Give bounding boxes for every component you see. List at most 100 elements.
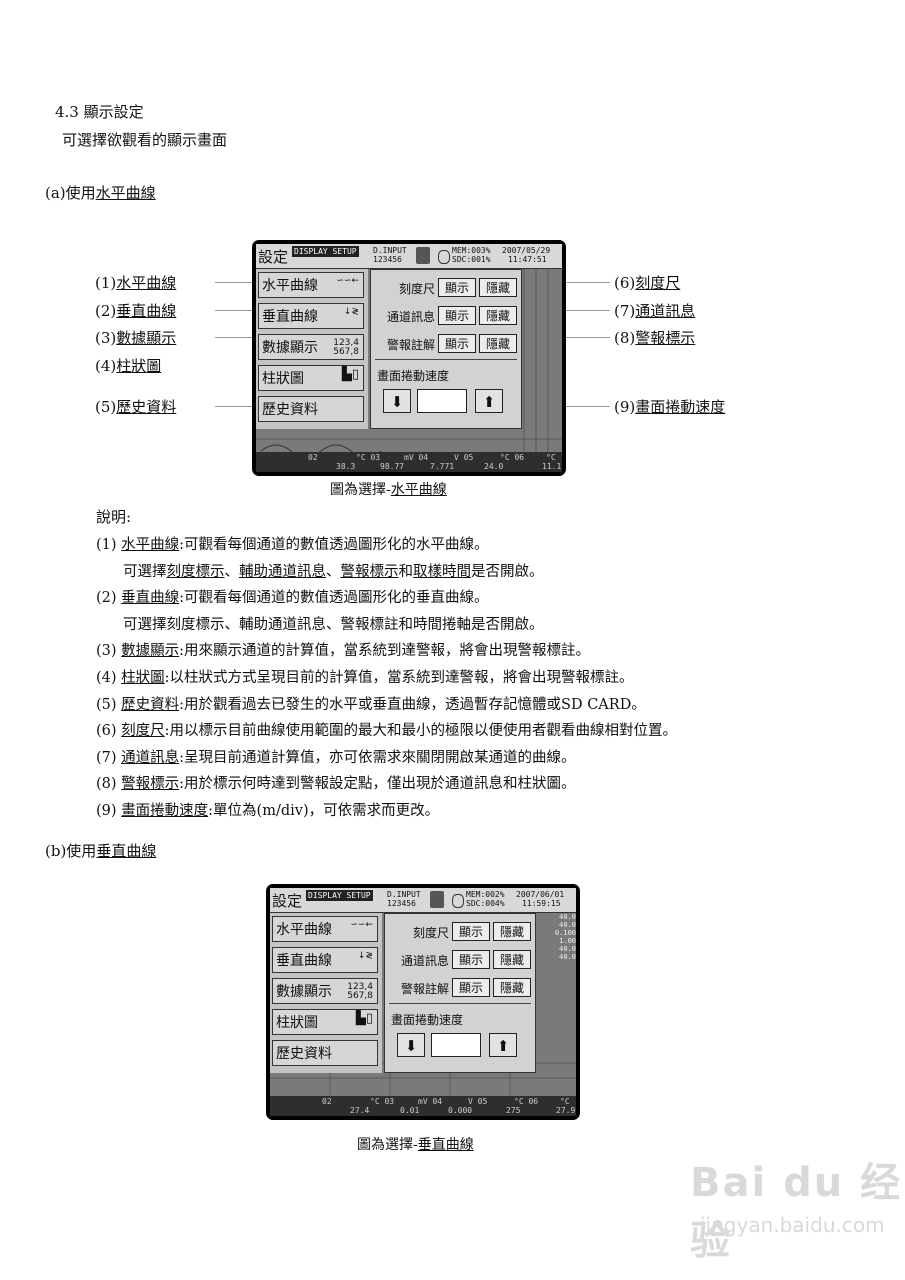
- channel-info-show-button[interactable]: 顯示: [438, 306, 476, 325]
- leader-line: [566, 282, 610, 283]
- alarm-show-button[interactable]: 顯示: [438, 334, 476, 353]
- section-title: 顯示設定: [83, 103, 144, 121]
- time: 11:47:51: [508, 255, 547, 264]
- status-bar: 設定 DISPLAY SETUP D.INPUT 123456 MEM:002%…: [270, 888, 576, 913]
- status-bar: 設定 DISPLAY SETUP D.INPUT 123456 MEM:003%…: [256, 244, 562, 269]
- channel-value-bar: 02 °C 03 mV 04 V 05 °C 06 °C 38.3 98.77 …: [256, 452, 562, 472]
- explanation-item-1: (1) 水平曲線:可觀看每個通道的數值透過圖形化的水平曲線。: [96, 537, 489, 553]
- sdc-usage: SDC:004%: [466, 899, 505, 908]
- vertical-trend-icon: ↓≷: [357, 951, 373, 961]
- scroll-speed-label: 畫面捲動速度: [377, 369, 450, 383]
- scroll-speed-label: 畫面捲動速度: [391, 1013, 464, 1027]
- alarm-show-button[interactable]: 顯示: [452, 978, 490, 997]
- channel-value: 7.771: [430, 462, 455, 471]
- scale-label: 刻度尺: [412, 926, 449, 940]
- menu-vertical-trend[interactable]: 垂直曲線 ↓≷: [258, 303, 364, 329]
- channel-info-show-button[interactable]: 顯示: [452, 950, 490, 969]
- settings-panel: 刻度尺 顯示 隱藏 通道訊息 顯示 隱藏 警報註解 顯示 隱藏 畫面捲動速度 ⬇…: [370, 269, 522, 429]
- explanation-item-7: (7) 通道訊息:呈現目前通道計算值，亦可依需求來關閉開啟某通道的曲線。: [96, 749, 576, 766]
- alarm-hide-button[interactable]: 隱藏: [493, 978, 531, 997]
- explanation-item-3: (3) 數據顯示:用來顯示通道的計算值，當系統到達警報，將會出現警報標註。: [96, 643, 591, 660]
- channel-unit: V 05: [454, 453, 474, 462]
- channel-value-bar: 02 °C 03 mV 04 V 05 °C 06 °C 27.4 0.01 0…: [270, 1096, 576, 1116]
- part-a-prefix: (a)使用: [45, 184, 96, 202]
- dinput-label: D.INPUT: [373, 246, 407, 255]
- divider: [389, 1003, 531, 1004]
- caption-a: 圖為選擇-水平曲線: [330, 482, 447, 498]
- numeric-icon: 123,4 567,8: [333, 338, 359, 357]
- explanation-list: (1) 水平曲線:可觀看每個通道的數值透過圖形化的水平曲線。 可選擇刻度標示、輔…: [96, 532, 677, 825]
- speed-up-button[interactable]: ⬆: [489, 1033, 517, 1057]
- leader-line: [215, 310, 255, 311]
- explanation-2-sub: 可選擇刻度標示、輔助通道訊息、警報標註和時間捲軸是否開啟。: [123, 616, 544, 633]
- channel-info-hide-button[interactable]: 隱藏: [479, 306, 517, 325]
- mem-usage: MEM:003%: [452, 246, 491, 255]
- device-screen-a: 設定 DISPLAY SETUP D.INPUT 123456 MEM:003%…: [252, 240, 566, 476]
- speed-down-button[interactable]: ⬇: [383, 389, 411, 413]
- speed-value-field[interactable]: [417, 389, 467, 413]
- sdc-usage: SDC:001%: [452, 255, 491, 264]
- channel-info-label: 通道訊息: [400, 954, 449, 968]
- channel-value: 27.4: [350, 1106, 370, 1115]
- numeric-icon: 123,4 567,8: [347, 982, 373, 1001]
- menu-panel: 水平曲線 ∽∽← 垂直曲線 ↓≷ 數據顯示 123,4 567,8 柱狀圖 ▙▯ 歷史資料: [270, 913, 382, 1073]
- channel-unit: V 05: [468, 1097, 488, 1106]
- alarm-note-label: 警報註解: [386, 338, 435, 352]
- scale-hide-button[interactable]: 隱藏: [493, 922, 531, 941]
- bar-graph-icon: ▙▯: [341, 367, 359, 382]
- speed-value-field[interactable]: [431, 1033, 481, 1057]
- vertical-trend-icon: ↓≷: [343, 307, 359, 317]
- horizontal-trend-icon: ∽∽←: [336, 276, 359, 286]
- menu-digital-display[interactable]: 數據顯示 123,4 567,8: [258, 334, 364, 360]
- alarm-hide-button[interactable]: 隱藏: [479, 334, 517, 353]
- scale-show-button[interactable]: 顯示: [438, 278, 476, 297]
- channel-unit: °C: [546, 453, 556, 462]
- channel-info-label: 通道訊息: [386, 310, 435, 324]
- time: 11:59:15: [522, 899, 561, 908]
- leader-line: [215, 406, 255, 407]
- menu-history[interactable]: 歷史資料: [258, 396, 364, 422]
- callout-8: (8)警報標示: [614, 329, 696, 347]
- callout-3: (3)數據顯示: [95, 329, 177, 347]
- device-screen-b: 40.0 40.0 0.100 1.00 40.0 40.0 設定 DISPLAY S…: [266, 884, 580, 1120]
- date: 2007/06/01: [516, 890, 565, 899]
- explanation-1-sub: 可選擇刻度標示、輔助通道訊息、警報標示和取樣時間是否開啟。: [123, 563, 544, 580]
- explanation-item-4: (4) 柱狀圖:以柱狀式方式呈現目前的計算值，當系統到達警報，將會出現警報標註。: [96, 669, 634, 686]
- dinput-channels: 123456: [387, 899, 416, 908]
- scale-hide-button[interactable]: 隱藏: [479, 278, 517, 297]
- menu-horizontal-trend[interactable]: 水平曲線 ∽∽←: [272, 916, 378, 942]
- channel-value: 27.9: [556, 1106, 576, 1115]
- dinput-label: D.INPUT: [387, 890, 421, 899]
- scale-show-button[interactable]: 顯示: [452, 922, 490, 941]
- menu-vertical-trend[interactable]: 垂直曲線 ↓≷: [272, 947, 378, 973]
- menu-bar-graph[interactable]: 柱狀圖 ▙▯: [272, 1009, 378, 1035]
- watermark-logo: Bai du 经验: [690, 1160, 903, 1264]
- speed-up-button[interactable]: ⬆: [475, 389, 503, 413]
- menu-digital-display[interactable]: 數據顯示 123,4 567,8: [272, 978, 378, 1004]
- menu-horizontal-trend[interactable]: 水平曲線 ∽∽←: [258, 272, 364, 298]
- part-a-heading: (a)使用水平曲線: [45, 184, 156, 202]
- speed-down-button[interactable]: ⬇: [397, 1033, 425, 1057]
- mem-usage: MEM:002%: [466, 890, 505, 899]
- explanation-item-2: (2) 垂直曲線:可觀看每個通道的數值透過圖形化的垂直曲線。: [96, 590, 489, 607]
- channel-value: 24.0: [484, 462, 504, 471]
- channel-value: 38.3: [336, 462, 356, 471]
- part-a-name: 水平曲線: [95, 184, 156, 202]
- divider: [375, 359, 517, 360]
- explanation-item-5: (5) 歷史資料:用於觀看過去已發生的水平或垂直曲線，透過暫存記憶體或SD CA…: [96, 696, 646, 713]
- menu-history[interactable]: 歷史資料: [272, 1040, 378, 1066]
- channel-info-hide-button[interactable]: 隱藏: [493, 950, 531, 969]
- section-heading: 4.3 顯示設定: [55, 103, 144, 121]
- menu-bar-graph[interactable]: 柱狀圖 ▙▯: [258, 365, 364, 391]
- channel-unit: °C 03: [356, 453, 381, 462]
- scale-column: 40.0 40.0 0.100 1.00 40.0 40.0: [554, 913, 576, 961]
- channel-unit: °C: [560, 1097, 570, 1106]
- scale-label: 刻度尺: [398, 282, 435, 296]
- display-setup-badge: DISPLAY SETUP: [292, 246, 359, 257]
- explanation-item-6: (6) 刻度尺:用以標示目前曲線使用範圍的最大和最小的極限以便使用者觀看曲線相對…: [96, 723, 678, 740]
- channel-unit: °C 03: [370, 1097, 395, 1106]
- horizontal-trend-icon: ∽∽←: [350, 920, 373, 930]
- channel-value: 0.01: [400, 1106, 420, 1115]
- watermark-url: jingyan.baidu.com: [700, 1213, 885, 1237]
- leader-line: [566, 337, 610, 338]
